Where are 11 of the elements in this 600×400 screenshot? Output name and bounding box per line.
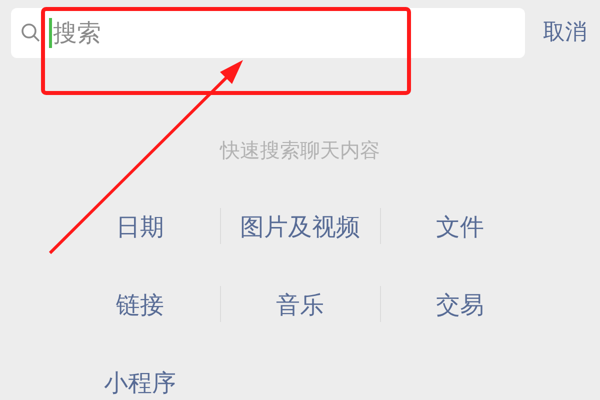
category-link[interactable]: 图片及视频 — [240, 211, 360, 243]
category-link[interactable]: 文件 — [436, 211, 484, 243]
category-link[interactable]: 链接 — [116, 289, 164, 321]
category-link[interactable]: 音乐 — [276, 289, 324, 321]
hint-text: 快速搜索聊天内容 — [218, 137, 381, 164]
search-input: 搜索 — [53, 14, 525, 50]
category-link[interactable]: 小程序 — [104, 367, 176, 399]
cancel-button[interactable]: 取消 — [543, 16, 587, 49]
category-link[interactable]: 交易 — [436, 289, 484, 321]
category-link[interactable]: 日期 — [116, 211, 164, 243]
search-field[interactable]: 搜索 — [11, 8, 525, 58]
